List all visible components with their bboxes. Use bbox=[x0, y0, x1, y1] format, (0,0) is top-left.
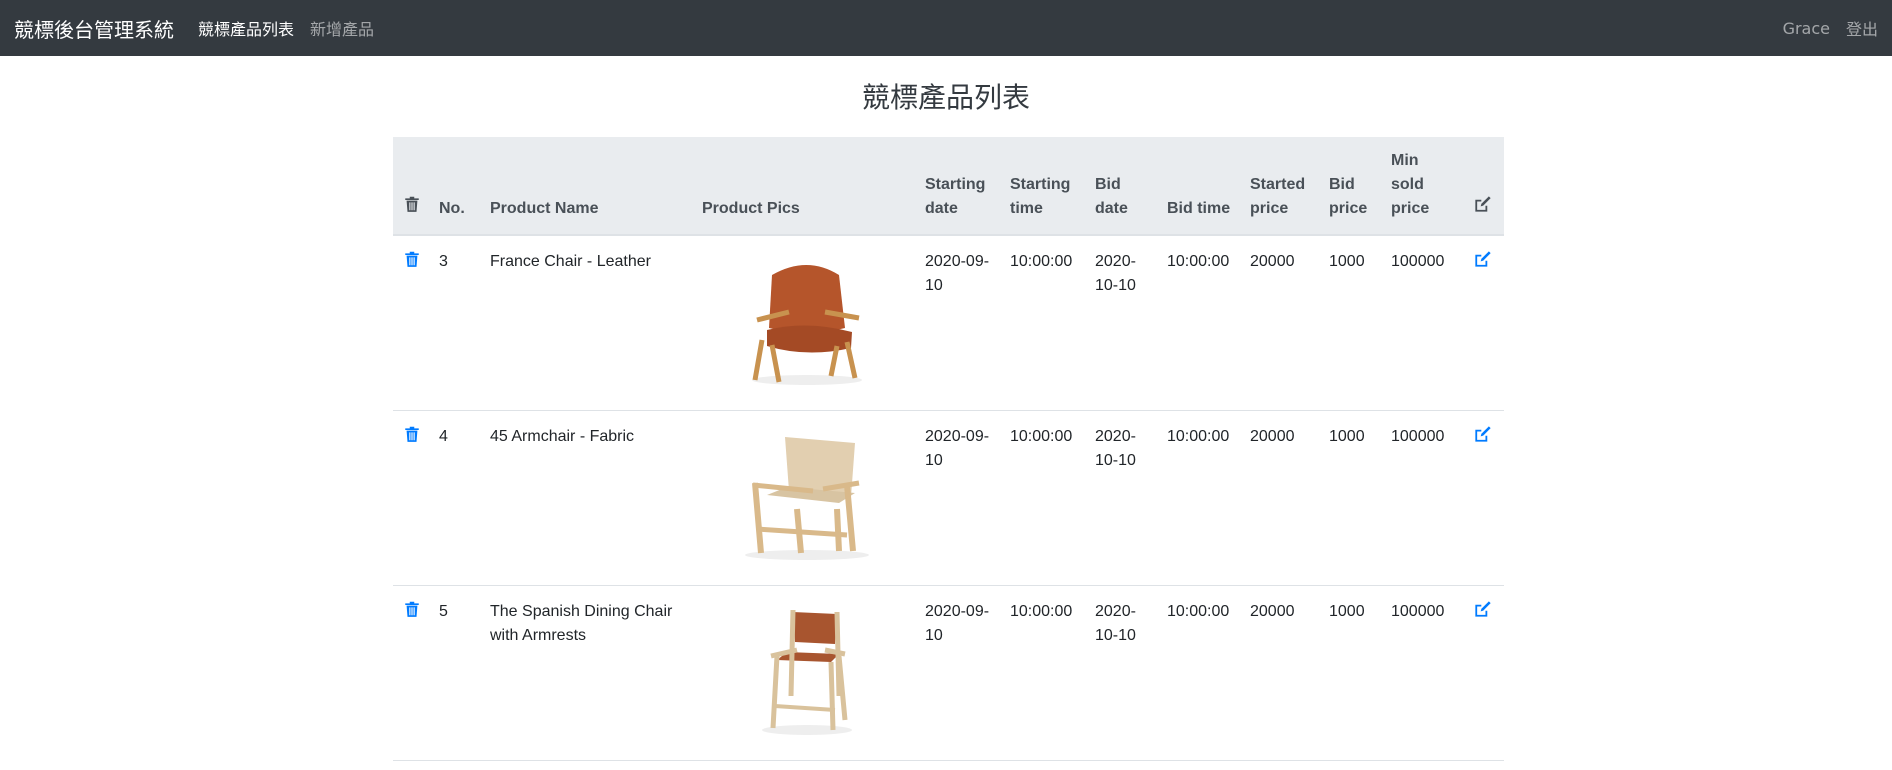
top-navbar: 競標後台管理系統 競標產品列表 新增產品 Grace 登出 bbox=[0, 0, 1892, 56]
spanish-dining-chair-image bbox=[761, 609, 852, 735]
cell-started-price: 20000 bbox=[1242, 585, 1321, 761]
cell-starting-time: 10:00:00 bbox=[1002, 585, 1087, 761]
leather-lounge-chair-image bbox=[751, 265, 862, 385]
trash-icon[interactable] bbox=[403, 425, 421, 443]
cell-bid-time: 10:00:00 bbox=[1159, 235, 1242, 411]
cell-product-pic bbox=[694, 585, 917, 761]
cell-min-sold-price: 100000 bbox=[1383, 235, 1461, 411]
fabric-armchair-image bbox=[744, 436, 869, 560]
page-title: 競標產品列表 bbox=[861, 81, 1030, 114]
cell-bid-date: 2020-10-10 bbox=[1087, 235, 1159, 411]
cell-bid-date: 2020-10-10 bbox=[1087, 585, 1159, 761]
user-name-link[interactable]: Grace bbox=[1783, 19, 1830, 38]
brand-title[interactable]: 競標後台管理系統 bbox=[14, 14, 174, 43]
edit-icon[interactable] bbox=[1474, 425, 1492, 443]
header-no: No. bbox=[431, 137, 482, 236]
cell-min-sold-price: 100000 bbox=[1383, 410, 1461, 586]
edit-cell bbox=[1461, 410, 1504, 586]
cell-product-name: The Spanish Dining Chair with Armrests bbox=[482, 585, 694, 761]
cell-bid-price: 1000 bbox=[1321, 235, 1383, 411]
header-bid-date: Bid date bbox=[1087, 137, 1159, 236]
cell-bid-price: 1000 bbox=[1321, 585, 1383, 761]
cell-min-sold-price: 100000 bbox=[1383, 585, 1461, 761]
cell-no: 4 bbox=[431, 410, 482, 586]
header-bid-time: Bid time bbox=[1159, 137, 1242, 236]
edit-icon[interactable] bbox=[1474, 250, 1492, 268]
nav-link-product-list[interactable]: 競標產品列表 bbox=[198, 16, 294, 40]
header-starting-date: Starting date bbox=[917, 137, 1002, 236]
nav-user-area: Grace 登出 bbox=[1783, 0, 1878, 56]
header-bid-price: Bid price bbox=[1321, 137, 1383, 236]
product-table-wrapper: No. Product Name Product Pics Starting d… bbox=[393, 137, 1504, 761]
logout-link[interactable]: 登出 bbox=[1846, 16, 1878, 40]
header-product-pics: Product Pics bbox=[694, 137, 917, 236]
cell-starting-date: 2020-09-10 bbox=[917, 585, 1002, 761]
cell-bid-price: 1000 bbox=[1321, 410, 1383, 586]
cell-starting-date: 2020-09-10 bbox=[917, 235, 1002, 411]
cell-product-name: 45 Armchair - Fabric bbox=[482, 410, 694, 586]
header-product-name: Product Name bbox=[482, 137, 694, 236]
delete-cell bbox=[393, 585, 431, 761]
table-row: 3 France Chair - Leather 2020-09-10 10:0… bbox=[393, 235, 1504, 411]
cell-bid-date: 2020-10-10 bbox=[1087, 410, 1159, 586]
cell-no: 5 bbox=[431, 585, 482, 761]
cell-starting-time: 10:00:00 bbox=[1002, 235, 1087, 411]
edit-cell bbox=[1461, 235, 1504, 411]
trash-icon bbox=[405, 196, 419, 212]
cell-started-price: 20000 bbox=[1242, 235, 1321, 411]
delete-cell bbox=[393, 235, 431, 411]
delete-cell bbox=[393, 410, 431, 586]
cell-started-price: 20000 bbox=[1242, 410, 1321, 586]
table-row: 5 The Spanish Dining Chair with Armrests… bbox=[393, 585, 1504, 761]
cell-bid-time: 10:00:00 bbox=[1159, 585, 1242, 761]
cell-starting-date: 2020-09-10 bbox=[917, 410, 1002, 586]
cell-product-name: France Chair - Leather bbox=[482, 235, 694, 411]
header-edit bbox=[1461, 137, 1504, 236]
header-started-price: Started price bbox=[1242, 137, 1321, 236]
edit-cell bbox=[1461, 585, 1504, 761]
header-starting-time: Starting time bbox=[1002, 137, 1087, 236]
cell-bid-time: 10:00:00 bbox=[1159, 410, 1242, 586]
product-table: No. Product Name Product Pics Starting d… bbox=[393, 137, 1504, 761]
trash-icon[interactable] bbox=[403, 250, 421, 268]
header-delete bbox=[393, 137, 431, 236]
edit-icon[interactable] bbox=[1474, 600, 1492, 618]
nav-link-add-product[interactable]: 新增產品 bbox=[310, 16, 374, 40]
edit-icon bbox=[1474, 196, 1491, 212]
trash-icon[interactable] bbox=[403, 600, 421, 618]
cell-product-pic bbox=[694, 235, 917, 411]
table-header-row: No. Product Name Product Pics Starting d… bbox=[393, 137, 1504, 236]
nav-links: 競標產品列表 新增產品 bbox=[198, 16, 374, 40]
header-min-sold-price: Min sold price bbox=[1383, 137, 1461, 236]
table-row: 4 45 Armchair - Fabric 2020-09-10 10:00:… bbox=[393, 410, 1504, 586]
cell-product-pic bbox=[694, 410, 917, 586]
cell-starting-time: 10:00:00 bbox=[1002, 410, 1087, 586]
cell-no: 3 bbox=[431, 235, 482, 411]
